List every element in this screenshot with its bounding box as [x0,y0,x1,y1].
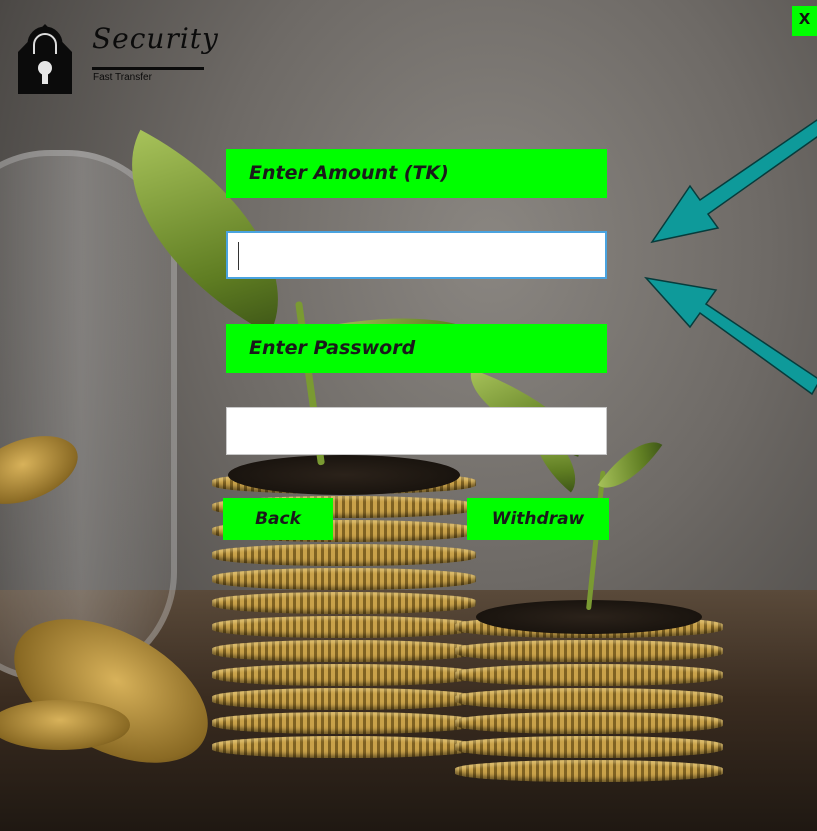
brand-subtitle: Fast Transfer [93,72,152,83]
close-button[interactable]: X [792,6,817,36]
password-label: Enter Password [226,324,607,373]
back-button[interactable]: Back [223,498,333,540]
brand-underline [92,67,204,70]
password-input[interactable] [226,407,607,455]
withdraw-button[interactable]: Withdraw [467,498,609,540]
plant-leaf [597,427,663,503]
text-caret [238,242,239,270]
soil-mound [228,455,460,495]
short-coin-stack [455,616,723,784]
amount-label: Enter Amount (TK) [226,149,607,198]
glass-jar-decoration [0,150,177,682]
withdraw-window: Security Fast Transfer X Enter Amount (T… [0,0,817,831]
house-padlock-icon [18,24,72,94]
arrow-icon [644,119,817,396]
brand-title: Security [92,22,219,55]
amount-input[interactable] [226,231,607,279]
